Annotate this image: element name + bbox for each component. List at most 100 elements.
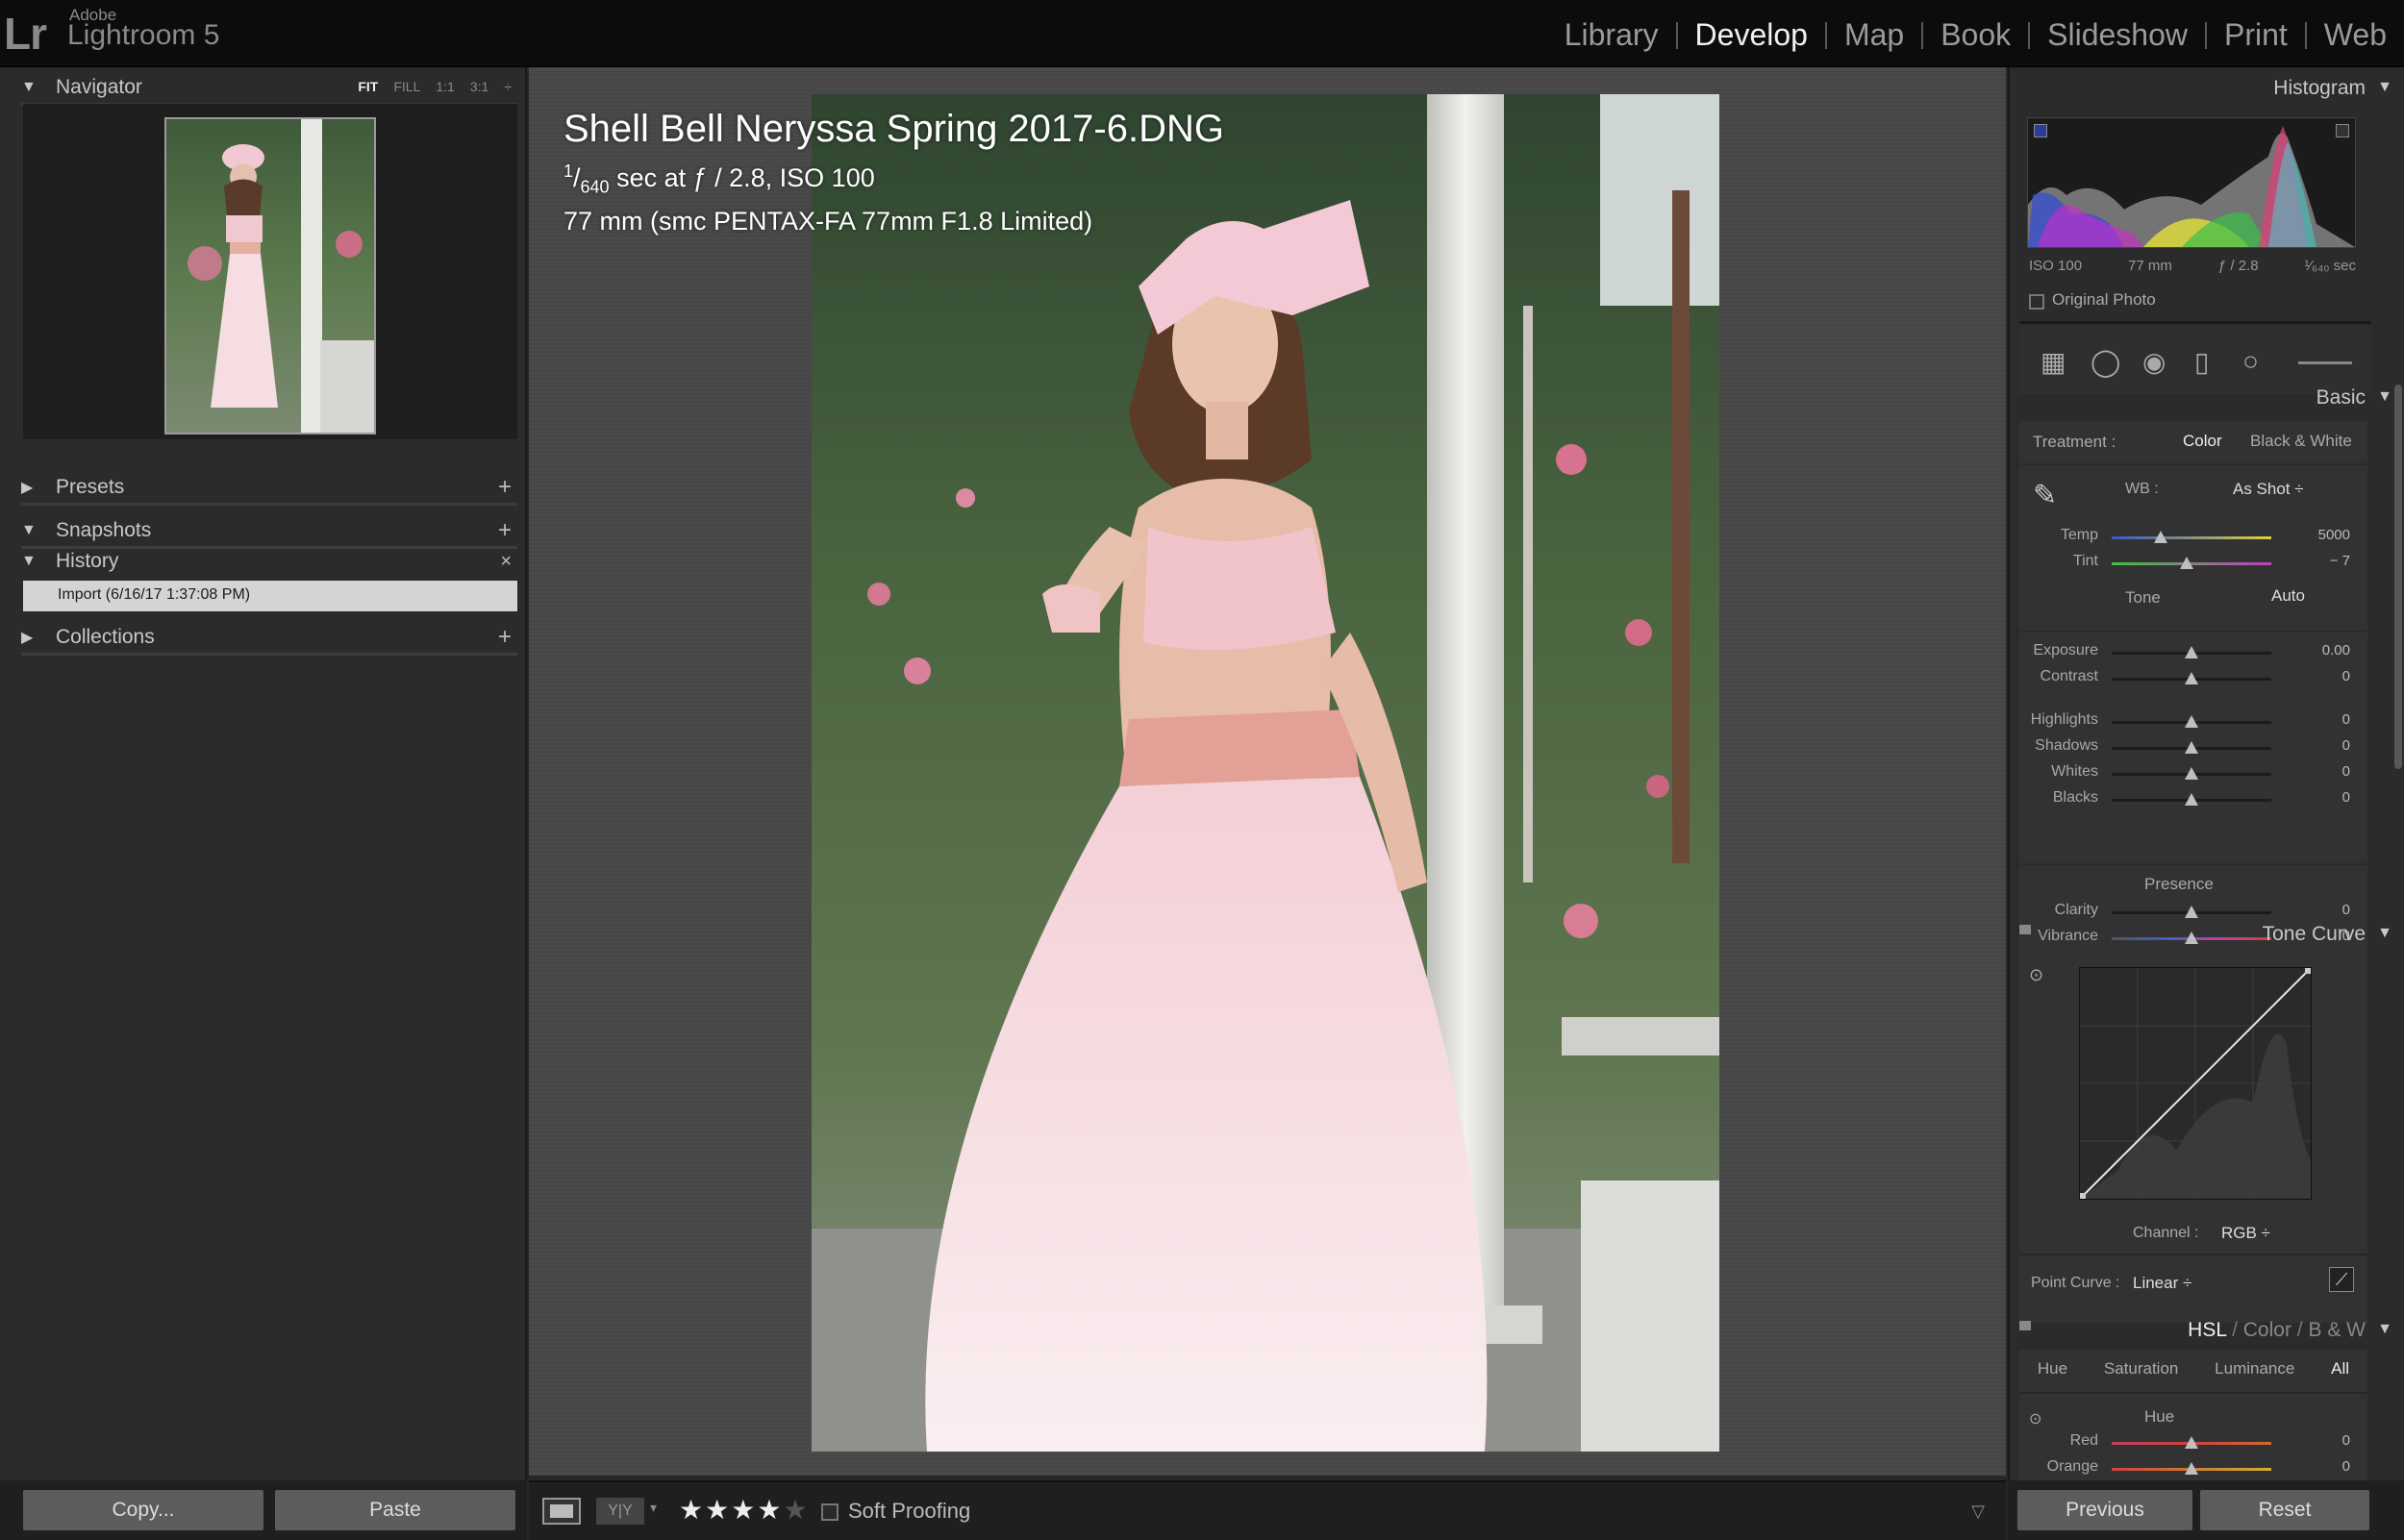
blacks-slider[interactable]	[2112, 793, 2271, 806]
highlights-slider-thumb[interactable]	[2185, 715, 2198, 728]
add-collection-icon[interactable]: +	[498, 624, 512, 651]
highlights-slider[interactable]	[2112, 715, 2271, 728]
vibrance-slider[interactable]	[2112, 931, 2271, 944]
shadow-clipping-toggle[interactable]	[2034, 124, 2047, 137]
hue-red-value[interactable]: 0	[2292, 1432, 2350, 1449]
compare-view-button[interactable]: Y|Y	[596, 1498, 644, 1525]
hsl-tab-hue[interactable]: Hue	[2038, 1359, 2067, 1379]
zoom-3-1[interactable]: 3:1	[470, 79, 488, 94]
module-book[interactable]: Book	[1923, 17, 2028, 53]
collections-header[interactable]: ▶ Collections +	[21, 621, 517, 656]
auto-tone-button[interactable]: Auto	[2271, 586, 2305, 606]
graduated-filter-icon[interactable]: ▯	[2194, 346, 2209, 378]
module-library[interactable]: Library	[1547, 17, 1676, 53]
shadows-slider-thumb[interactable]	[2185, 741, 2198, 754]
navigator-thumbnail[interactable]	[164, 117, 376, 435]
whites-slider-thumb[interactable]	[2185, 767, 2198, 780]
module-slideshow[interactable]: Slideshow	[2030, 17, 2205, 53]
zoom-1-1[interactable]: 1:1	[436, 79, 454, 94]
highlight-clipping-toggle[interactable]	[2336, 124, 2349, 137]
tint-value[interactable]: − 7	[2292, 553, 2350, 569]
clarity-slider-thumb[interactable]	[2185, 906, 2198, 918]
whites-slider[interactable]	[2112, 767, 2271, 780]
add-snapshot-icon[interactable]: +	[498, 517, 512, 544]
blacks-value[interactable]: 0	[2292, 789, 2350, 806]
star-icon[interactable]: ★	[783, 1495, 809, 1525]
clarity-value[interactable]: 0	[2292, 902, 2350, 918]
collapse-triangle-icon[interactable]: ▼	[2377, 388, 2392, 406]
channel-dropdown[interactable]: RGB ÷	[2221, 1224, 2270, 1243]
temp-slider[interactable]	[2112, 531, 2271, 543]
hsl-tab-all[interactable]: All	[2331, 1359, 2349, 1379]
adjustment-brush-icon[interactable]	[2298, 361, 2352, 364]
hue-red-slider[interactable]	[2112, 1436, 2271, 1449]
star-rating[interactable]: ★★★★★	[679, 1494, 810, 1526]
zoom-fit[interactable]: FIT	[358, 79, 378, 94]
tone-curve-graph[interactable]	[2079, 967, 2312, 1200]
presets-header[interactable]: ▶ Presets +	[21, 471, 517, 506]
treatment-color-option[interactable]: Color	[2183, 432, 2222, 451]
collapse-triangle-icon[interactable]: ▼	[2377, 79, 2392, 96]
contrast-value[interactable]: 0	[2292, 668, 2350, 684]
targeted-adjustment-icon[interactable]: ⊙	[2029, 1409, 2041, 1428]
module-web[interactable]: Web	[2307, 17, 2404, 53]
temp-slider-thumb[interactable]	[2154, 531, 2168, 543]
red-eye-icon[interactable]: ◉	[2142, 346, 2166, 378]
view-dropdown-icon[interactable]: ▾	[650, 1500, 657, 1516]
hue-orange-slider[interactable]	[2112, 1462, 2271, 1475]
edit-point-curve-icon[interactable]: ⟋	[2329, 1267, 2354, 1292]
navigator-header[interactable]: ▼ Navigator FIT FILL 1:1 3:1 ÷	[21, 71, 517, 106]
clear-history-icon[interactable]: ×	[500, 551, 512, 573]
copy-button[interactable]: Copy...	[23, 1490, 263, 1530]
zoom-fill[interactable]: FILL	[393, 79, 420, 94]
contrast-slider[interactable]	[2112, 672, 2271, 684]
hsl-tab-luminance[interactable]: Luminance	[2215, 1359, 2294, 1379]
star-icon[interactable]: ★	[731, 1495, 757, 1525]
star-icon[interactable]: ★	[679, 1495, 705, 1525]
wb-eyedropper-icon[interactable]: ✎	[2033, 479, 2057, 512]
exposure-value[interactable]: 0.00	[2292, 642, 2350, 658]
tone-curve-toggle[interactable]	[2019, 925, 2031, 934]
spot-removal-icon[interactable]: ◯	[2091, 346, 2120, 378]
history-item[interactable]: Import (6/16/17 1:37:08 PM)	[23, 581, 517, 611]
wb-dropdown[interactable]: As Shot ÷	[2233, 480, 2304, 499]
tint-slider[interactable]	[2112, 557, 2271, 569]
hue-red-slider-thumb[interactable]	[2185, 1436, 2198, 1449]
star-icon[interactable]: ★	[757, 1495, 783, 1525]
previous-button[interactable]: Previous	[2017, 1490, 2192, 1530]
hue-orange-value[interactable]: 0	[2292, 1458, 2350, 1475]
exposure-slider[interactable]	[2112, 646, 2271, 658]
tint-slider-thumb[interactable]	[2180, 557, 2194, 569]
shadows-slider[interactable]	[2112, 741, 2271, 754]
collapse-triangle-icon[interactable]: ▼	[2377, 925, 2392, 942]
bw-tab-label[interactable]: B & W	[2308, 1319, 2366, 1341]
reset-button[interactable]: Reset	[2200, 1490, 2369, 1530]
add-preset-icon[interactable]: +	[498, 474, 512, 501]
hue-orange-slider-thumb[interactable]	[2185, 1462, 2198, 1475]
hsl-toggle[interactable]	[2019, 1321, 2031, 1330]
history-header[interactable]: ▼ History ×	[21, 544, 517, 579]
whites-value[interactable]: 0	[2292, 763, 2350, 780]
collapse-triangle-icon[interactable]: ▼	[2377, 1321, 2392, 1338]
main-photo[interactable]	[812, 94, 1719, 1452]
histogram-display[interactable]	[2027, 117, 2356, 248]
clarity-slider[interactable]	[2112, 906, 2271, 918]
treatment-bw-option[interactable]: Black & White	[2250, 432, 2352, 451]
right-panel-scrollbar[interactable]	[2394, 385, 2402, 769]
crop-overlay-icon[interactable]: ▦	[2041, 346, 2066, 378]
loupe-view-button[interactable]	[542, 1498, 581, 1525]
shadows-value[interactable]: 0	[2292, 737, 2350, 754]
original-photo-checkbox[interactable]	[2029, 294, 2044, 310]
hsl-tab-saturation[interactable]: Saturation	[2104, 1359, 2179, 1379]
blacks-slider-thumb[interactable]	[2185, 793, 2198, 806]
hsl-tab-label[interactable]: HSL	[2188, 1319, 2226, 1341]
color-tab-label[interactable]: Color	[2243, 1319, 2291, 1341]
toolbar-menu-icon[interactable]: ▽	[1971, 1502, 1985, 1522]
contrast-slider-thumb[interactable]	[2185, 672, 2198, 684]
star-icon[interactable]: ★	[705, 1495, 731, 1525]
point-curve-dropdown[interactable]: Linear ÷	[2133, 1274, 2191, 1293]
module-map[interactable]: Map	[1827, 17, 1921, 53]
vibrance-slider-thumb[interactable]	[2185, 931, 2198, 944]
targeted-adjustment-icon[interactable]: ⊙	[2029, 965, 2043, 985]
exposure-slider-thumb[interactable]	[2185, 646, 2198, 658]
